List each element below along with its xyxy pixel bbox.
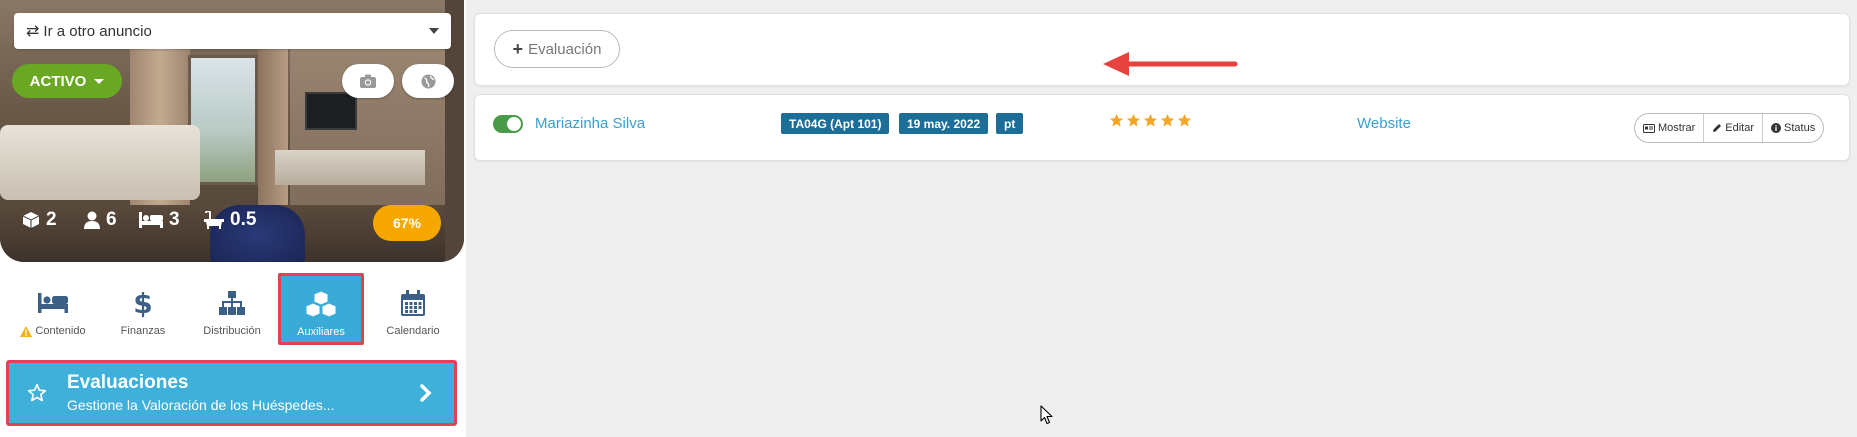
red-arrow-annotation [1103,52,1238,76]
toolbar-card: + Evaluación [474,13,1850,86]
goto-listing-label: Ir a otro anuncio [43,22,152,40]
user-icon [84,211,100,229]
row-actions-group: Mostrar Editar Status [1634,113,1825,143]
edit-button[interactable]: Editar [1703,114,1762,142]
toggle-knob [507,117,521,131]
beds-count: 3 [169,209,180,230]
star-icon [1126,113,1141,127]
status-button-label: Status [1784,122,1816,134]
show-button[interactable]: Mostrar [1635,114,1703,142]
tab-contenido-label: Contenido [35,325,86,337]
globe-button[interactable] [402,64,454,98]
tab-auxiliares[interactable]: Auxiliares [278,273,364,345]
tab-distribucion[interactable]: Distribución [188,275,276,345]
chevron-right-icon [420,384,432,402]
guests-count: 6 [106,209,117,230]
plus-icon: + [512,39,524,59]
photo-curtain [258,40,288,220]
id-card-icon [1643,123,1655,133]
photo-tv [305,92,357,130]
baths-count: 0.5 [230,209,257,230]
star-icon [1177,113,1192,127]
tab-finanzas-label: Finanzas [120,325,166,337]
cube-icon [22,212,40,228]
star-icon [1143,113,1158,127]
tab-calendario[interactable]: Calendario [369,275,457,345]
cubes-icon [304,287,338,321]
units-stat: 2 [22,209,57,231]
sitemap-icon [219,286,245,320]
caret-down-icon [429,28,439,34]
camera-icon [360,74,376,88]
review-date-tag: 19 may. 2022 [899,113,989,134]
baths-stat: 0.5 [204,209,256,231]
pencil-icon [1713,124,1722,132]
completion-badge: 67% [373,205,441,241]
guest-name-link[interactable]: Mariazinha Silva [535,115,645,132]
status-button[interactable]: Status [1762,114,1823,142]
tab-calendario-label: Calendario [386,325,440,337]
review-source: Website [1357,115,1411,132]
star-icon [1109,113,1124,127]
guests-stat: 6 [84,209,117,231]
mouse-cursor-icon [1040,405,1053,425]
bath-icon [204,211,224,229]
section-title: Evaluaciones [67,372,189,393]
photo-sofa [0,125,200,200]
swap-arrows-icon: ⇄ [26,23,40,40]
show-button-label: Mostrar [1658,122,1696,134]
info-icon [1771,123,1782,133]
tab-finanzas[interactable]: $ Finanzas [99,275,187,345]
review-enabled-toggle[interactable] [493,115,523,133]
bed-icon [139,212,163,228]
photo-console [275,150,425,185]
listing-code-tag: TA04G (Apt 101) [781,113,890,134]
caret-down-icon [94,78,105,84]
review-row: Mariazinha Silva TA04G (Apt 101) 19 may.… [474,94,1850,161]
listing-photo: ⇄ Ir a otro anuncio ACTIVO 2 6 3 0.5 67% [0,0,464,262]
globe-icon [420,73,436,89]
beds-stat: 3 [139,209,180,231]
goto-listing-select[interactable]: ⇄ Ir a otro anuncio [14,13,451,49]
dollar-icon: $ [133,286,153,320]
add-evaluation-button[interactable]: + Evaluación [494,30,620,68]
star-icon [1160,113,1175,127]
star-outline-icon [27,383,47,402]
evaluaciones-section-link[interactable]: Evaluaciones Gestione la Valoración de l… [6,360,457,426]
bed-icon [38,286,68,320]
tab-distribucion-label: Distribución [203,325,261,337]
status-label: ACTIVO [29,72,87,90]
calendar-icon [401,286,425,320]
rating-stars [1109,113,1192,128]
photo-button[interactable] [342,64,394,98]
units-count: 2 [46,209,57,230]
add-evaluation-label: Evaluación [528,40,602,58]
language-tag: pt [996,113,1024,134]
warning-icon [20,325,33,337]
section-subtitle: Gestione la Valoración de los Huéspedes.… [67,397,335,413]
tab-contenido[interactable]: Contenido [9,275,97,345]
status-dropdown-button[interactable]: ACTIVO [12,64,122,98]
edit-button-label: Editar [1725,122,1755,134]
tab-auxiliares-label: Auxiliares [297,326,345,338]
sidebar: ⇄ Ir a otro anuncio ACTIVO 2 6 3 0.5 67%… [0,0,466,437]
